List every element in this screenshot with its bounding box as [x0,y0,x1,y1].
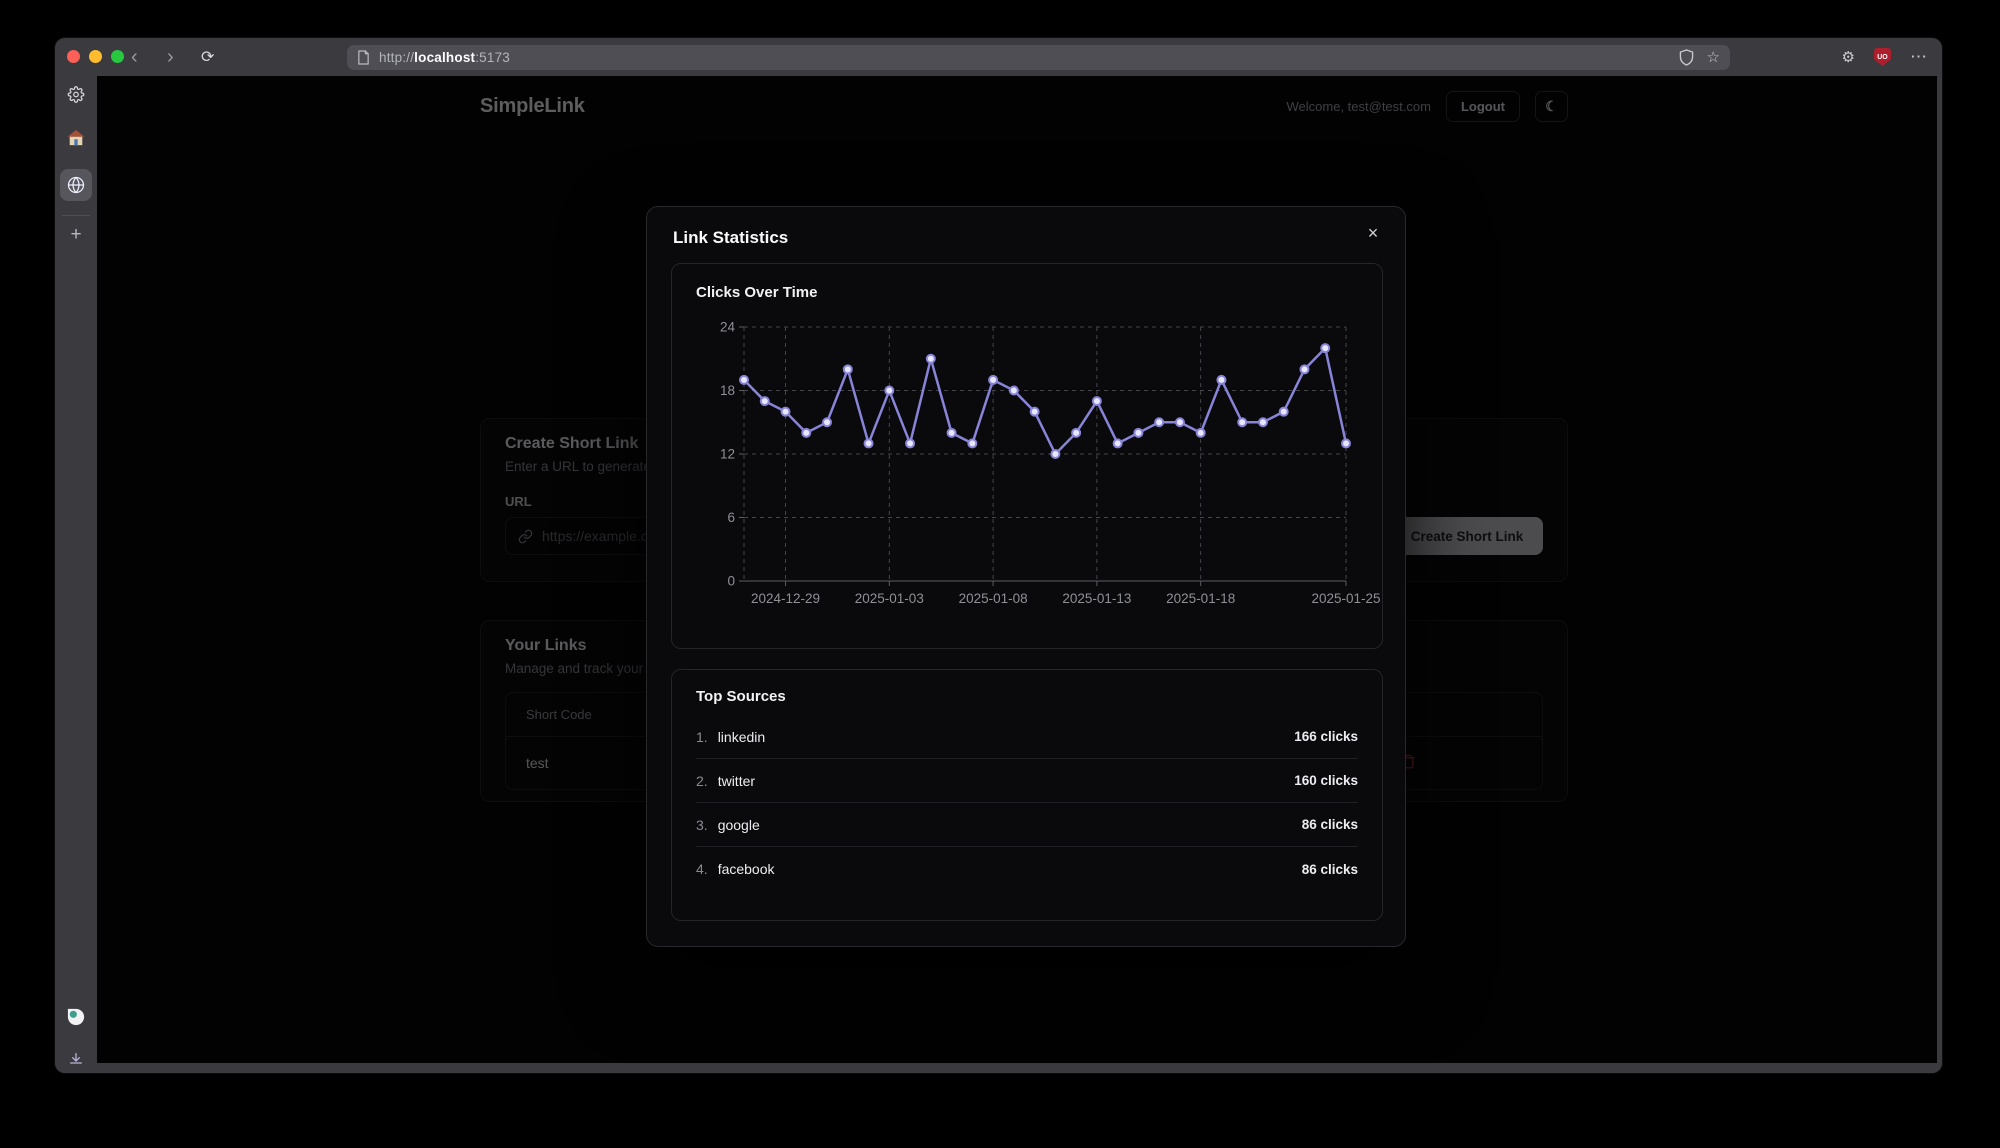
source-clicks: 166 clicks [1294,729,1358,744]
downloads-icon[interactable] [68,1051,84,1067]
svg-text:18: 18 [720,383,735,398]
source-name: linkedin [718,729,765,745]
new-tab-button[interactable]: + [70,224,81,246]
svg-text:2025-01-13: 2025-01-13 [1062,591,1131,606]
svg-text:24: 24 [720,320,736,335]
active-tab-localhost[interactable] [60,169,92,201]
source-row: 4. facebook 86 clicks [696,847,1358,891]
ublock-icon[interactable]: UO [1874,48,1891,66]
source-rank: 2. [696,773,708,789]
tab-sidebar: + [55,76,97,1073]
window-bottom-frame [97,1063,1942,1073]
gear-icon [68,86,85,103]
close-dialog-button[interactable]: × [1359,219,1387,247]
globe-icon [67,176,85,194]
url-text: http://localhost:5173 [379,50,510,65]
source-rank: 1. [696,729,708,745]
extensions-icon[interactable]: ⚙ [1842,50,1855,65]
source-name: facebook [718,861,775,877]
home-tab[interactable] [68,130,85,146]
page-icon [357,50,370,65]
clicks-chart: 0 6 12 18 24 2024-12-29 2025-01-03 2025-01-08 20… [696,313,1360,613]
svg-text:2025-01-25: 2025-01-25 [1311,591,1380,606]
source-clicks: 86 clicks [1302,817,1358,832]
source-clicks: 160 clicks [1294,773,1358,788]
traffic-lights [67,50,124,63]
source-row: 2. twitter 160 clicks [696,759,1358,803]
bookmark-star-icon[interactable]: ☆ [1707,50,1720,65]
forward-icon[interactable]: › [167,38,174,76]
source-rank: 3. [696,817,708,833]
clicks-over-time-card: Clicks Over Time 0 6 12 18 24 2024-12-29 2025-… [671,263,1383,649]
shield-icon[interactable] [1679,49,1694,66]
browser-window: ‹ › ⟳ http://localhost:5173 ☆ ⚙ UO ⋯ [55,38,1942,1073]
zoom-window-button[interactable] [111,50,124,63]
close-icon: × [1368,223,1379,243]
sidebar-divider [62,215,90,216]
source-clicks: 86 clicks [1302,862,1358,877]
menu-icon[interactable]: ⋯ [1910,47,1928,67]
svg-text:12: 12 [720,447,735,462]
svg-text:2024-12-29: 2024-12-29 [751,591,820,606]
source-name: google [718,817,760,833]
source-row: 1. linkedin 166 clicks [696,715,1358,759]
svg-text:6: 6 [727,510,735,525]
reload-icon[interactable]: ⟳ [201,38,214,76]
page-content: SimpleLink Welcome, test@test.com Logout… [97,76,1937,1063]
url-bar[interactable]: http://localhost:5173 ☆ [347,45,1730,70]
settings-tab[interactable] [68,86,85,103]
close-window-button[interactable] [67,50,80,63]
link-statistics-dialog: Link Statistics × Clicks Over Time 0 6 12 1… [646,206,1406,947]
top-sources-card: Top Sources 1. linkedin 166 clicks 2. twitte… [671,669,1383,921]
top-sources-list: 1. linkedin 166 clicks 2. twitter 160 clicks 3… [696,715,1358,891]
svg-text:2025-01-08: 2025-01-08 [959,591,1028,606]
back-icon[interactable]: ‹ [131,38,138,76]
dialog-title: Link Statistics [673,228,788,248]
browser-toolbar: ‹ › ⟳ http://localhost:5173 ☆ ⚙ UO ⋯ [55,38,1942,76]
svg-text:2025-01-18: 2025-01-18 [1166,591,1235,606]
minimize-window-button[interactable] [89,50,102,63]
sources-title: Top Sources [696,688,1358,705]
house-icon [68,130,85,146]
source-name: twitter [718,773,755,789]
source-row: 3. google 86 clicks [696,803,1358,847]
svg-text:0: 0 [727,574,735,589]
chart-title: Clicks Over Time [696,284,1358,301]
profile-logo-icon[interactable] [67,1008,85,1026]
source-rank: 4. [696,861,708,877]
svg-text:2025-01-03: 2025-01-03 [855,591,924,606]
